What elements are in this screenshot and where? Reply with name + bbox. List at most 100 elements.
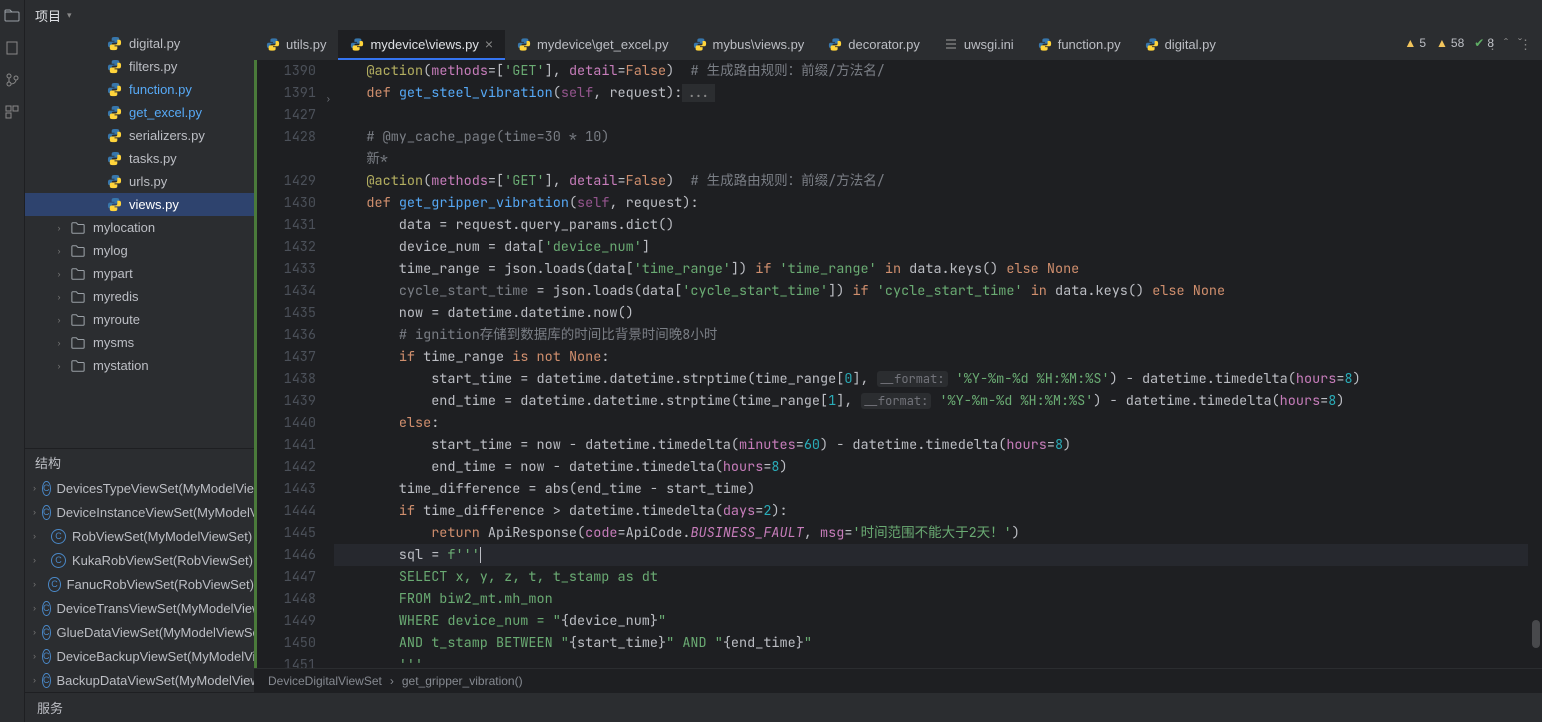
code-line[interactable]: @action(methods=['GET'], detail=False) #… xyxy=(334,60,1528,82)
gutter[interactable]: 1390 › 139114271428 14291430143114321433 143… xyxy=(254,60,334,668)
tab-digital-py[interactable]: digital.py xyxy=(1133,30,1228,60)
chevron-down-icon[interactable]: ˇ xyxy=(1518,36,1522,50)
folder-icon[interactable] xyxy=(4,8,20,24)
line-number[interactable] xyxy=(257,148,316,170)
code-line[interactable]: time_range = json.loads(data['time_range… xyxy=(334,258,1528,280)
tree-item-serializers-py[interactable]: serializers.py xyxy=(25,124,254,147)
tree-item-mylog[interactable]: ›mylog xyxy=(25,239,254,262)
project-header[interactable]: 项目 ▾ xyxy=(25,0,1542,30)
tree-item-function-py[interactable]: function.py xyxy=(25,78,254,101)
line-number[interactable]: 1442 xyxy=(257,456,316,478)
tree-item-get_excel-py[interactable]: get_excel.py xyxy=(25,101,254,124)
struct-item[interactable]: ›CDeviceTransViewSet(MyModelViewSet) xyxy=(25,596,254,620)
inspection-status[interactable]: ▲5 ▲58 ✔8 ˆ ˇ xyxy=(1404,36,1522,50)
line-number[interactable]: 1447 xyxy=(257,566,316,588)
chevron-up-icon[interactable]: ˆ xyxy=(1504,36,1508,50)
tab-uwsgi-ini[interactable]: uwsgi.ini xyxy=(932,30,1026,60)
code-line[interactable]: cycle_start_time = json.loads(data['cycl… xyxy=(334,280,1528,302)
expand-icon[interactable]: › xyxy=(53,361,65,371)
breadcrumb[interactable]: DeviceDigitalViewSet › get_gripper_vibra… xyxy=(254,668,1542,692)
struct-item[interactable]: ›CGlueDataViewSet(MyModelViewSet) xyxy=(25,620,254,644)
line-number[interactable]: 1449 xyxy=(257,610,316,632)
code-line[interactable]: def get_gripper_vibration(self, request)… xyxy=(334,192,1528,214)
code-line[interactable]: start_time = datetime.datetime.strptime(… xyxy=(334,368,1528,390)
code-line[interactable]: SELECT x, y, z, t, t_stamp as dt xyxy=(334,566,1528,588)
line-number[interactable]: 1427 xyxy=(257,104,316,126)
code-line[interactable]: AND t_stamp BETWEEN "{start_time}" AND "… xyxy=(334,632,1528,654)
line-number[interactable]: 1432 xyxy=(257,236,316,258)
tab-utils-py[interactable]: utils.py xyxy=(254,30,338,60)
expand-icon[interactable]: › xyxy=(33,483,36,493)
breadcrumb-class[interactable]: DeviceDigitalViewSet xyxy=(268,674,382,688)
code-line[interactable]: now = datetime.datetime.now() xyxy=(334,302,1528,324)
line-number[interactable]: 1444 xyxy=(257,500,316,522)
code-editor[interactable]: 1390 › 139114271428 14291430143114321433 143… xyxy=(254,60,1542,668)
tab-mybus-views-py[interactable]: mybus\views.py xyxy=(681,30,817,60)
code-line[interactable]: return ApiResponse(code=ApiCode.BUSINESS… xyxy=(334,522,1528,544)
line-number[interactable]: 1433 xyxy=(257,258,316,280)
line-number[interactable]: 1390 xyxy=(257,60,316,82)
tree-item-mylocation[interactable]: ›mylocation xyxy=(25,216,254,239)
expand-icon[interactable]: › xyxy=(53,223,65,233)
code-line[interactable]: sql = f''' xyxy=(334,544,1528,566)
tab-mydevice-views-py[interactable]: mydevice\views.py× xyxy=(338,30,505,60)
line-number[interactable]: 1439 xyxy=(257,390,316,412)
close-icon[interactable]: × xyxy=(485,36,493,52)
code-line[interactable]: # @my_cache_page(time=30 * 10) xyxy=(334,126,1528,148)
code-line[interactable]: # ignition存储到数据库的时间比背景时间晚8小时 xyxy=(334,324,1528,346)
struct-item[interactable]: ›CRobViewSet(MyModelViewSet) xyxy=(25,524,254,548)
code-line[interactable]: @action(methods=['GET'], detail=False) #… xyxy=(334,170,1528,192)
line-number[interactable]: 1429 xyxy=(257,170,316,192)
code-line[interactable]: end_time = datetime.datetime.strptime(ti… xyxy=(334,390,1528,412)
tree-item-mystation[interactable]: ›mystation xyxy=(25,354,254,377)
line-number[interactable]: 1430 xyxy=(257,192,316,214)
code-line[interactable]: FROM biw2_mt.mh_mon xyxy=(334,588,1528,610)
code-content[interactable]: @action(methods=['GET'], detail=False) #… xyxy=(334,60,1528,668)
line-number[interactable]: 1450 xyxy=(257,632,316,654)
code-line[interactable] xyxy=(334,104,1528,126)
tab-decorator-py[interactable]: decorator.py xyxy=(816,30,932,60)
expand-icon[interactable]: › xyxy=(33,675,36,685)
struct-item[interactable]: ›CFanucRobViewSet(RobViewSet) xyxy=(25,572,254,596)
branch-icon[interactable] xyxy=(4,72,20,88)
editor-scrollbar[interactable] xyxy=(1528,60,1542,668)
line-number[interactable]: 1428 xyxy=(257,126,316,148)
code-line[interactable]: device_num = data['device_num'] xyxy=(334,236,1528,258)
tree-item-myroute[interactable]: ›myroute xyxy=(25,308,254,331)
struct-item[interactable]: ›CBackupDataViewSet(MyModelViewSet) xyxy=(25,668,254,692)
expand-icon[interactable]: › xyxy=(33,627,36,637)
expand-icon[interactable]: › xyxy=(53,292,65,302)
code-line[interactable]: 新* xyxy=(334,148,1528,170)
struct-item[interactable]: ›CDeviceBackupViewSet(MyModelViewSet) xyxy=(25,644,254,668)
tree-item-myredis[interactable]: ›myredis xyxy=(25,285,254,308)
tree-item-mysms[interactable]: ›mysms xyxy=(25,331,254,354)
code-line[interactable]: else: xyxy=(334,412,1528,434)
line-number[interactable]: 1445 xyxy=(257,522,316,544)
line-number[interactable]: 1438 xyxy=(257,368,316,390)
struct-item[interactable]: ›CDevicesTypeViewSet(MyModelViewSet) xyxy=(25,476,254,500)
tree-item-urls-py[interactable]: urls.py xyxy=(25,170,254,193)
line-number[interactable]: 1443 xyxy=(257,478,316,500)
line-number[interactable]: 1446 xyxy=(257,544,316,566)
line-number[interactable]: 1440 xyxy=(257,412,316,434)
line-number[interactable]: 1435 xyxy=(257,302,316,324)
expand-icon[interactable]: › xyxy=(33,555,45,565)
tab-function-py[interactable]: function.py xyxy=(1026,30,1133,60)
code-line[interactable]: def get_steel_vibration(self, request):.… xyxy=(334,82,1528,104)
fold-icon[interactable]: › xyxy=(326,88,331,110)
line-number[interactable]: 1431 xyxy=(257,214,316,236)
services-footer[interactable]: 服务 xyxy=(25,692,1542,722)
bookmark-icon[interactable] xyxy=(4,40,20,56)
code-line[interactable]: time_difference = abs(end_time - start_t… xyxy=(334,478,1528,500)
struct-item[interactable]: ›CKukaRobViewSet(RobViewSet) xyxy=(25,548,254,572)
breadcrumb-method[interactable]: get_gripper_vibration() xyxy=(402,674,523,688)
line-number[interactable]: 1441 xyxy=(257,434,316,456)
line-number[interactable]: 1391 xyxy=(257,82,316,104)
expand-icon[interactable]: › xyxy=(33,651,36,661)
tree-item-tasks-py[interactable]: tasks.py xyxy=(25,147,254,170)
line-number[interactable]: 1437 xyxy=(257,346,316,368)
structure-list[interactable]: ›CDevicesTypeViewSet(MyModelViewSet) ›CDe… xyxy=(25,476,254,692)
project-tree[interactable]: digital.pyfilters.pyfunction.pyget_excel… xyxy=(25,30,254,448)
code-line[interactable]: ''' xyxy=(334,654,1528,668)
structure-header[interactable]: 结构 xyxy=(25,448,254,476)
